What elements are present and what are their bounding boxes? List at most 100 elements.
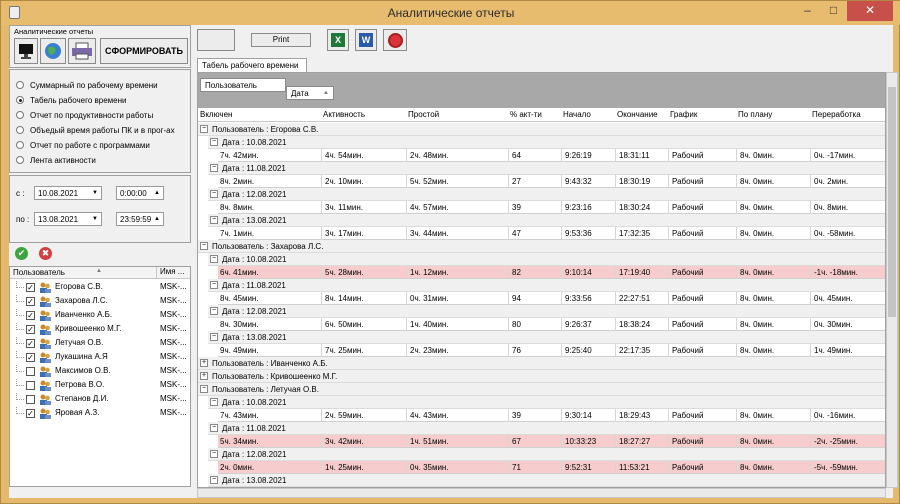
- radio-icon[interactable]: [16, 141, 24, 149]
- date-group-row[interactable]: − Дата : 10.08.2021: [208, 396, 885, 409]
- column-header[interactable]: Активность: [323, 110, 365, 119]
- column-header[interactable]: Простой: [408, 110, 439, 119]
- collapse-icon[interactable]: −: [210, 255, 218, 263]
- user-row[interactable]: Максимов О.В. MSK-...: [10, 365, 190, 378]
- collapse-icon[interactable]: −: [210, 281, 218, 289]
- time-to-field[interactable]: 23:59:59 ▲: [116, 212, 164, 226]
- col-host-header[interactable]: Имя ...: [156, 267, 184, 279]
- excel-button[interactable]: X: [327, 29, 349, 51]
- user-row[interactable]: ✓ Лукашина А.Я MSK-...: [10, 351, 190, 364]
- date-group-row[interactable]: − Дата : 11.08.2021: [208, 422, 885, 435]
- date-group-row[interactable]: − Дата : 13.08.2021: [208, 331, 885, 344]
- blank-button[interactable]: [197, 29, 235, 51]
- report-option-3[interactable]: Объедый время работы ПК и в прог-ах: [16, 124, 175, 136]
- radio-icon[interactable]: [16, 81, 24, 89]
- monitor-button[interactable]: [14, 38, 38, 64]
- date-group-row[interactable]: − Дата : 11.08.2021: [208, 279, 885, 292]
- spinner-icon[interactable]: ▲: [151, 187, 163, 199]
- user-list[interactable]: Пользователь ▲ Имя ... ✓ Егорова С.В. MSK-…: [9, 266, 191, 487]
- radio-icon[interactable]: [16, 111, 24, 119]
- user-checkbox[interactable]: ✓: [26, 409, 35, 418]
- table-row[interactable]: 8ч. 8мин. 3ч. 11мин. 4ч. 57мин. 39 9:23:16 18…: [218, 201, 885, 214]
- collapse-icon[interactable]: −: [210, 138, 218, 146]
- chevron-down-icon[interactable]: ▼: [89, 187, 101, 199]
- tab-timesheet[interactable]: Табель рабочего времени: [197, 58, 307, 72]
- user-checkbox[interactable]: [26, 395, 35, 404]
- group-chip-date[interactable]: Дата ▲: [286, 86, 334, 100]
- close-button[interactable]: ✕: [847, 1, 893, 21]
- report-option-1[interactable]: Табель рабочего времени: [16, 94, 126, 106]
- table-row[interactable]: 7ч. 1мин. 3ч. 17мин. 3ч. 44мин. 47 9:53:36 17…: [218, 227, 885, 240]
- column-header[interactable]: По плану: [738, 110, 772, 119]
- date-group-row[interactable]: − Дата : 12.08.2021: [208, 188, 885, 201]
- collapse-icon[interactable]: −: [210, 450, 218, 458]
- date-group-row[interactable]: − Дата : 12.08.2021: [208, 305, 885, 318]
- user-row[interactable]: ✓ Иванченко А.Б. MSK-...: [10, 309, 190, 322]
- col-user-header[interactable]: Пользователь: [13, 268, 65, 277]
- uncheck-all-icon[interactable]: ✖: [39, 247, 52, 260]
- report-option-0[interactable]: Суммарный по рабочему времени: [16, 79, 158, 91]
- minimize-button[interactable]: –: [795, 1, 820, 21]
- collapse-icon[interactable]: −: [210, 333, 218, 341]
- save-button[interactable]: [383, 29, 407, 51]
- date-group-row[interactable]: − Дата : 12.08.2021: [208, 448, 885, 461]
- user-row[interactable]: ✓ Летучая О.В. MSK-...: [10, 337, 190, 350]
- collapse-icon[interactable]: −: [210, 216, 218, 224]
- scroll-thumb[interactable]: [888, 87, 896, 317]
- user-row[interactable]: ✓ Егорова С.В. MSK-...: [10, 281, 190, 294]
- user-group-row[interactable]: − Пользователь : Захарова Л.С.: [198, 240, 885, 253]
- group-chip-user[interactable]: Пользователь: [200, 78, 286, 92]
- table-row[interactable]: 7ч. 42мин. 4ч. 54мин. 2ч. 48мин. 64 9:26:19 1…: [218, 149, 885, 162]
- table-row[interactable]: 8ч. 30мин. 6ч. 50мин. 1ч. 40мин. 80 9:26:37 1…: [218, 318, 885, 331]
- date-group-row[interactable]: − Дата : 13.08.2021: [208, 474, 885, 487]
- user-checkbox[interactable]: ✓: [26, 297, 35, 306]
- user-row[interactable]: Петрова В.О. MSK-...: [10, 379, 190, 392]
- column-header[interactable]: График: [670, 110, 697, 119]
- vertical-scrollbar[interactable]: [886, 72, 898, 488]
- collapse-icon[interactable]: −: [210, 398, 218, 406]
- user-group-row[interactable]: − Пользователь : Егорова С.В.: [198, 123, 885, 136]
- report-option-4[interactable]: Отчет по работе с программами: [16, 139, 150, 151]
- date-group-row[interactable]: − Дата : 10.08.2021: [208, 253, 885, 266]
- timesheet-grid[interactable]: Пользователь Дата ▲ Включен Активность Прос…: [197, 72, 886, 488]
- table-row[interactable]: 5ч. 34мин. 3ч. 42мин. 1ч. 51мин. 67 10:33:23…: [218, 435, 885, 448]
- user-checkbox[interactable]: ✓: [26, 283, 35, 292]
- spinner-icon[interactable]: ▲: [151, 213, 163, 225]
- user-checkbox[interactable]: ✓: [26, 353, 35, 362]
- print-users-button[interactable]: [68, 38, 96, 64]
- user-group-row[interactable]: + Пользователь : Иванченко А.Б.: [198, 357, 885, 370]
- chevron-down-icon[interactable]: ▼: [89, 213, 101, 225]
- column-header[interactable]: % акт-ти: [510, 110, 542, 119]
- expand-icon[interactable]: +: [200, 359, 208, 367]
- collapse-icon[interactable]: −: [210, 164, 218, 172]
- report-option-2[interactable]: Отчет по продуктивности работы: [16, 109, 153, 121]
- date-group-row[interactable]: − Дата : 10.08.2021: [208, 136, 885, 149]
- user-group-row[interactable]: − Пользователь : Летучая О.В.: [198, 383, 885, 396]
- check-all-icon[interactable]: ✔: [15, 247, 28, 260]
- generate-report-button[interactable]: СФОРМИРОВАТЬ: [100, 38, 188, 64]
- collapse-icon[interactable]: −: [200, 125, 208, 133]
- collapse-icon[interactable]: −: [210, 307, 218, 315]
- user-group-row[interactable]: + Пользователь : Кривошеенко М.Г.: [198, 370, 885, 383]
- horizontal-scrollbar[interactable]: [197, 488, 886, 498]
- radio-icon[interactable]: [16, 96, 24, 104]
- radio-icon[interactable]: [16, 126, 24, 134]
- print-button[interactable]: Print: [251, 33, 311, 47]
- user-row[interactable]: ✓ Яровая А.З. MSK-...: [10, 407, 190, 420]
- date-from-field[interactable]: 10.08.2021 ▼: [34, 186, 102, 200]
- column-header[interactable]: Переработка: [812, 110, 861, 119]
- table-row[interactable]: 8ч. 45мин. 8ч. 14мин. 0ч. 31мин. 94 9:33:56 2…: [218, 292, 885, 305]
- globe-button[interactable]: [40, 38, 66, 64]
- collapse-icon[interactable]: −: [210, 476, 218, 484]
- column-header[interactable]: Начало: [563, 110, 591, 119]
- user-checkbox[interactable]: [26, 381, 35, 390]
- date-group-row[interactable]: − Дата : 11.08.2021: [208, 162, 885, 175]
- user-row[interactable]: Степанов Д.И. MSK-...: [10, 393, 190, 406]
- column-header[interactable]: Окончание: [617, 110, 658, 119]
- date-group-row[interactable]: − Дата : 13.08.2021: [208, 214, 885, 227]
- table-row[interactable]: 7ч. 43мин. 2ч. 59мин. 4ч. 43мин. 39 9:30:14 1…: [218, 409, 885, 422]
- word-button[interactable]: W: [355, 29, 377, 51]
- user-checkbox[interactable]: ✓: [26, 311, 35, 320]
- date-to-field[interactable]: 13.08.2021 ▼: [34, 212, 102, 226]
- user-row[interactable]: ✓ Захарова Л.С. MSK-...: [10, 295, 190, 308]
